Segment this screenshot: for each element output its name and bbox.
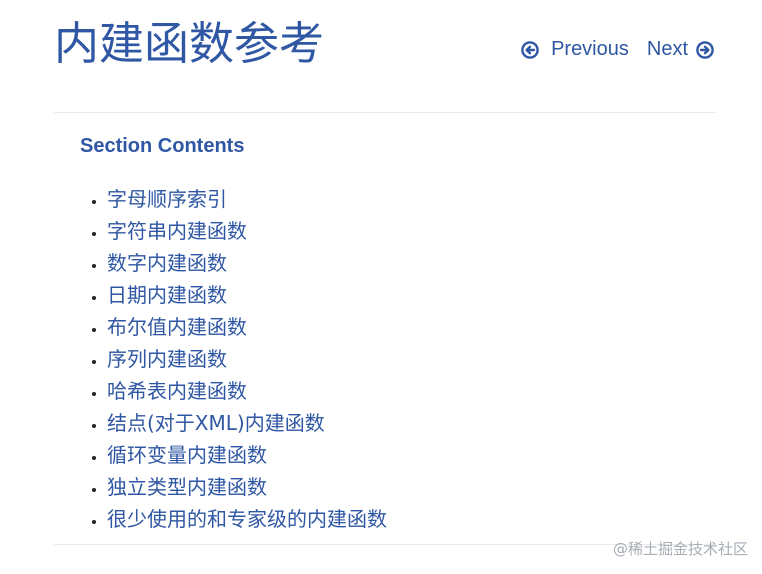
toc-link[interactable]: 字符串内建函数 [107, 219, 247, 243]
section-contents-list: 字母顺序索引 字符串内建函数 数字内建函数 日期内建函数 布尔值内建函数 序列内… [87, 184, 387, 536]
header-divider [54, 112, 716, 113]
toc-link[interactable]: 布尔值内建函数 [107, 315, 247, 339]
toc-link[interactable]: 循环变量内建函数 [107, 443, 267, 467]
previous-label: Previous [551, 38, 629, 60]
next-link[interactable]: Next [647, 38, 714, 61]
toc-link[interactable]: 很少使用的和专家级的内建函数 [107, 507, 387, 531]
arrow-circle-right-icon [696, 40, 714, 59]
watermark: @稀土掘金技术社区 [612, 540, 748, 558]
list-item: 很少使用的和专家级的内建函数 [107, 504, 387, 536]
toc-link[interactable]: 结点(对于XML)内建函数 [107, 411, 325, 435]
list-item: 循环变量内建函数 [107, 440, 387, 472]
list-item: 结点(对于XML)内建函数 [107, 408, 387, 440]
toc-link[interactable]: 独立类型内建函数 [107, 475, 267, 499]
toc-link[interactable]: 日期内建函数 [107, 283, 227, 307]
toc-link[interactable]: 字母顺序索引 [107, 187, 227, 211]
previous-link[interactable]: Previous [521, 38, 629, 61]
arrow-circle-left-icon [521, 40, 539, 59]
list-item: 字符串内建函数 [107, 216, 387, 248]
pager-nav: Previous Next [521, 38, 714, 61]
list-item: 独立类型内建函数 [107, 472, 387, 504]
list-item: 布尔值内建函数 [107, 312, 387, 344]
list-item: 字母顺序索引 [107, 184, 387, 216]
toc-link[interactable]: 序列内建函数 [107, 347, 227, 371]
list-item: 数字内建函数 [107, 248, 387, 280]
list-item: 序列内建函数 [107, 344, 387, 376]
toc-link[interactable]: 哈希表内建函数 [107, 379, 247, 403]
next-label: Next [646, 38, 688, 60]
page: 内建函数参考 Previous Next Section Contents 字母… [0, 0, 762, 574]
list-item: 日期内建函数 [107, 280, 387, 312]
section-heading: Section Contents [80, 135, 245, 157]
list-item: 哈希表内建函数 [107, 376, 387, 408]
toc-link[interactable]: 数字内建函数 [107, 251, 227, 275]
page-title: 内建函数参考 [54, 17, 325, 70]
